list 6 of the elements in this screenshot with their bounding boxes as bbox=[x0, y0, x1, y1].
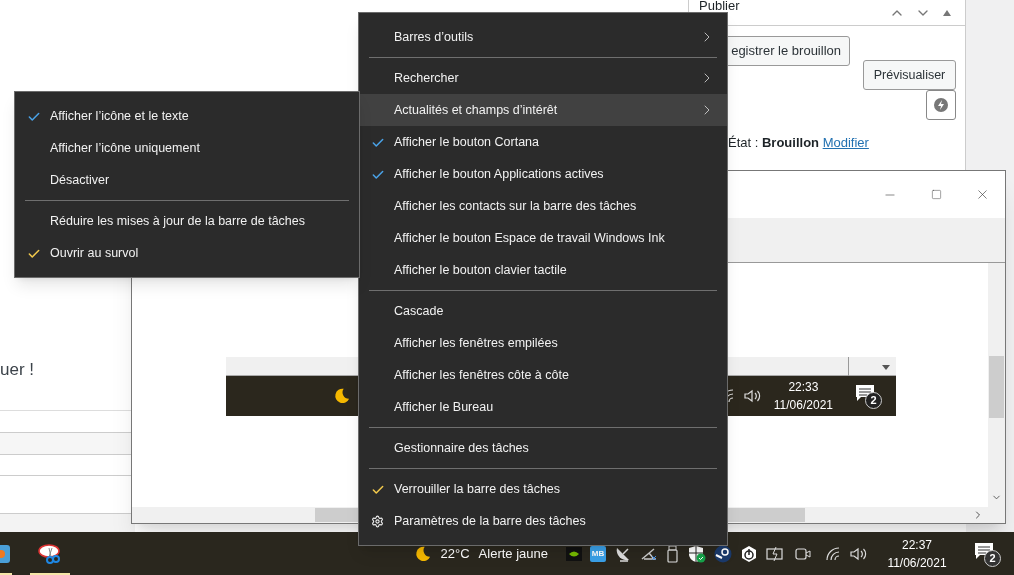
page-text: uer ! bbox=[0, 359, 35, 381]
status-text: État : Brouillon Modifier bbox=[728, 134, 869, 152]
clock-time: 22:33 bbox=[788, 379, 819, 396]
clock-date: 11/06/2021 bbox=[773, 397, 833, 414]
notification-badge: 2 bbox=[865, 392, 882, 409]
panel-title: Publier bbox=[699, 0, 741, 12]
